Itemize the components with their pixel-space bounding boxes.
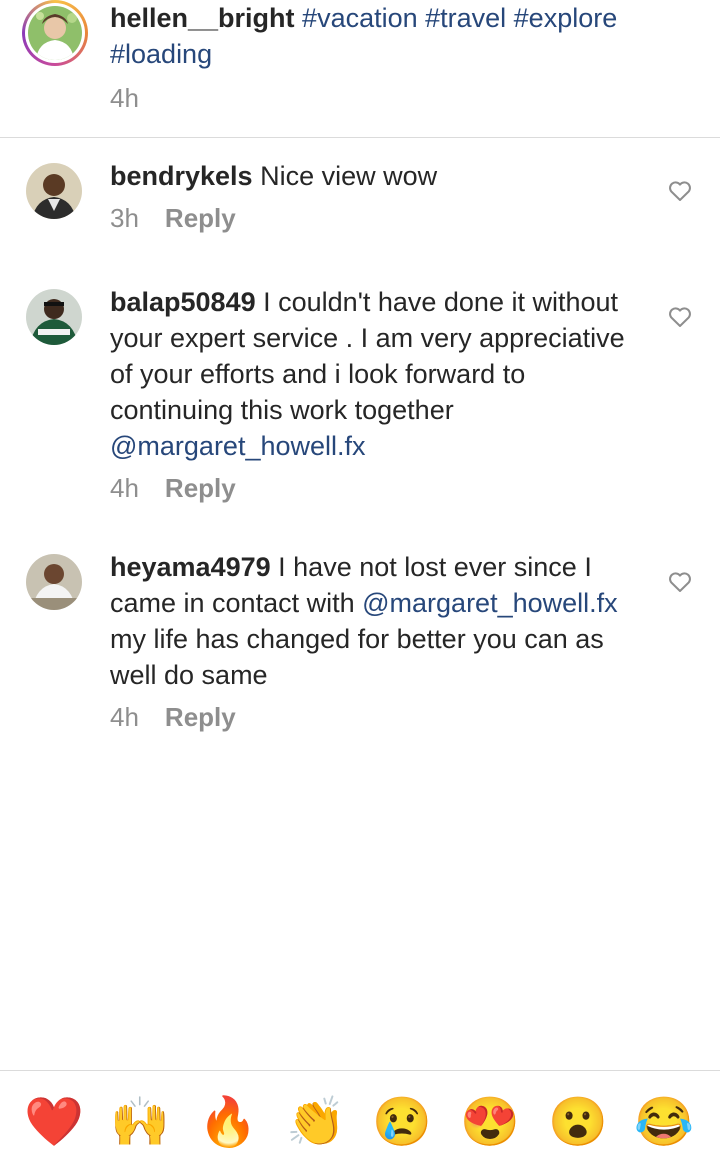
clapping-hands-emoji-icon[interactable]: 👏 bbox=[286, 1093, 346, 1153]
comment-avatar[interactable] bbox=[26, 163, 82, 219]
comment-time: 4h bbox=[110, 702, 139, 732]
reply-button[interactable]: Reply bbox=[165, 702, 236, 732]
reply-button[interactable]: Reply bbox=[165, 203, 236, 233]
raising-hands-emoji-icon[interactable]: 🙌 bbox=[110, 1093, 170, 1153]
comment-username[interactable]: bendrykels bbox=[110, 161, 253, 191]
fire-emoji-icon[interactable]: 🔥 bbox=[198, 1093, 258, 1153]
caption-text: hellen__bright #vacation #travel #explor… bbox=[110, 0, 700, 72]
reply-button[interactable]: Reply bbox=[165, 473, 236, 503]
quick-reaction-bar: ❤️ 🙌 🔥 👏 😢 😍 😮 😂 bbox=[0, 1070, 720, 1161]
post-caption: hellen__bright #vacation #travel #explor… bbox=[0, 0, 720, 138]
mention-link[interactable]: @margaret_howell.fx bbox=[110, 431, 366, 461]
heart-eyes-emoji-icon[interactable]: 😍 bbox=[460, 1093, 520, 1153]
story-ring[interactable] bbox=[22, 0, 88, 66]
avatar[interactable] bbox=[28, 6, 82, 60]
comment-meta: 3h Reply bbox=[110, 203, 236, 234]
comment-text: balap50849 I couldn't have done it witho… bbox=[110, 284, 650, 464]
comment-username[interactable]: balap50849 bbox=[110, 287, 256, 317]
caption-time: 4h bbox=[110, 83, 139, 113]
comment-time: 3h bbox=[110, 203, 139, 233]
comment-meta: 4h Reply bbox=[110, 473, 236, 504]
comment-body-continued: my life has changed for better you can a… bbox=[110, 624, 604, 690]
surprised-face-emoji-icon[interactable]: 😮 bbox=[548, 1093, 608, 1153]
comment-time: 4h bbox=[110, 473, 139, 503]
comment-avatar[interactable] bbox=[26, 289, 82, 345]
like-heart-icon[interactable] bbox=[668, 180, 692, 202]
comment-meta: 4h Reply bbox=[110, 702, 236, 733]
like-heart-icon[interactable] bbox=[668, 571, 692, 593]
comment-body: Nice view wow bbox=[260, 161, 438, 191]
comment-avatar[interactable] bbox=[26, 554, 82, 610]
like-heart-icon[interactable] bbox=[668, 306, 692, 328]
mention-link[interactable]: @margaret_howell.fx bbox=[362, 588, 618, 618]
comment-text: bendrykels Nice view wow bbox=[110, 158, 650, 194]
red-heart-emoji-icon[interactable]: ❤️ bbox=[24, 1093, 84, 1153]
comment-text: heyama4979 I have not lost ever since I … bbox=[110, 549, 650, 693]
crying-face-emoji-icon[interactable]: 😢 bbox=[372, 1093, 432, 1153]
caption-username[interactable]: hellen__bright bbox=[110, 3, 295, 33]
comment-username[interactable]: heyama4979 bbox=[110, 552, 271, 582]
tears-of-joy-emoji-icon[interactable]: 😂 bbox=[634, 1093, 694, 1153]
